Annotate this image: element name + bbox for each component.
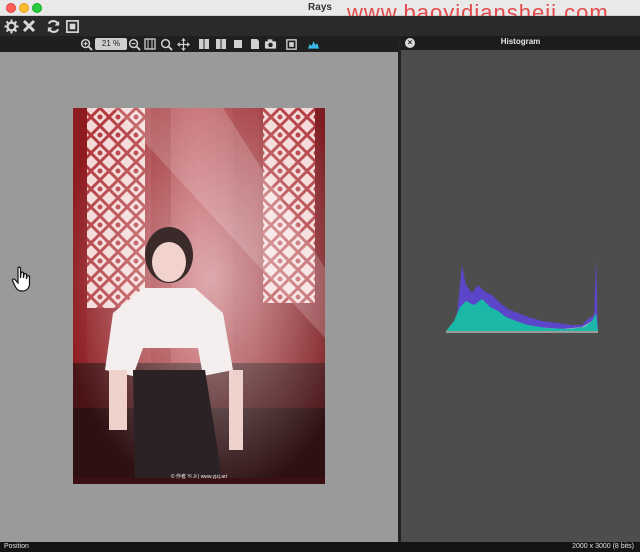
status-image-size: 2000 x 3000 (8 bits) <box>572 543 634 550</box>
split-view-icon[interactable] <box>197 37 211 51</box>
main-toolbar <box>0 16 640 36</box>
photo-caption: © 作者 Yi Ji | www.yjzj.art <box>170 474 228 480</box>
photo-image: © 作者 Yi Ji | www.yjzj.art <box>73 108 325 484</box>
document-icon[interactable] <box>248 37 262 51</box>
zoom-level-field[interactable]: 21 % <box>95 38 127 50</box>
zoom-in-icon[interactable] <box>79 37 93 51</box>
fit-width-icon[interactable] <box>143 37 157 51</box>
crop-frame-icon[interactable] <box>284 37 298 51</box>
view-toolbar: 21 % <box>0 36 400 52</box>
fit-frame-icon[interactable] <box>63 17 81 35</box>
histogram-header: × Histogram <box>401 36 640 50</box>
compare-view-icon[interactable] <box>231 37 245 51</box>
hand-cursor-icon <box>11 266 31 292</box>
magnifier-icon[interactable] <box>159 37 173 51</box>
pan-move-icon[interactable] <box>176 37 190 51</box>
single-view-icon[interactable] <box>214 37 228 51</box>
status-bar: Position 2000 x 3000 (8 bits) <box>0 542 640 552</box>
settings-gear-icon[interactable] <box>2 17 20 35</box>
zoom-out-icon[interactable] <box>127 37 141 51</box>
camera-icon[interactable] <box>263 37 277 51</box>
histogram-toggle-icon[interactable] <box>306 37 320 51</box>
status-position: Position <box>4 543 29 550</box>
refresh-icon[interactable] <box>44 17 62 35</box>
histogram-chart <box>446 259 598 333</box>
histogram-title: Histogram <box>500 37 541 46</box>
close-image-x-icon[interactable] <box>20 17 38 35</box>
